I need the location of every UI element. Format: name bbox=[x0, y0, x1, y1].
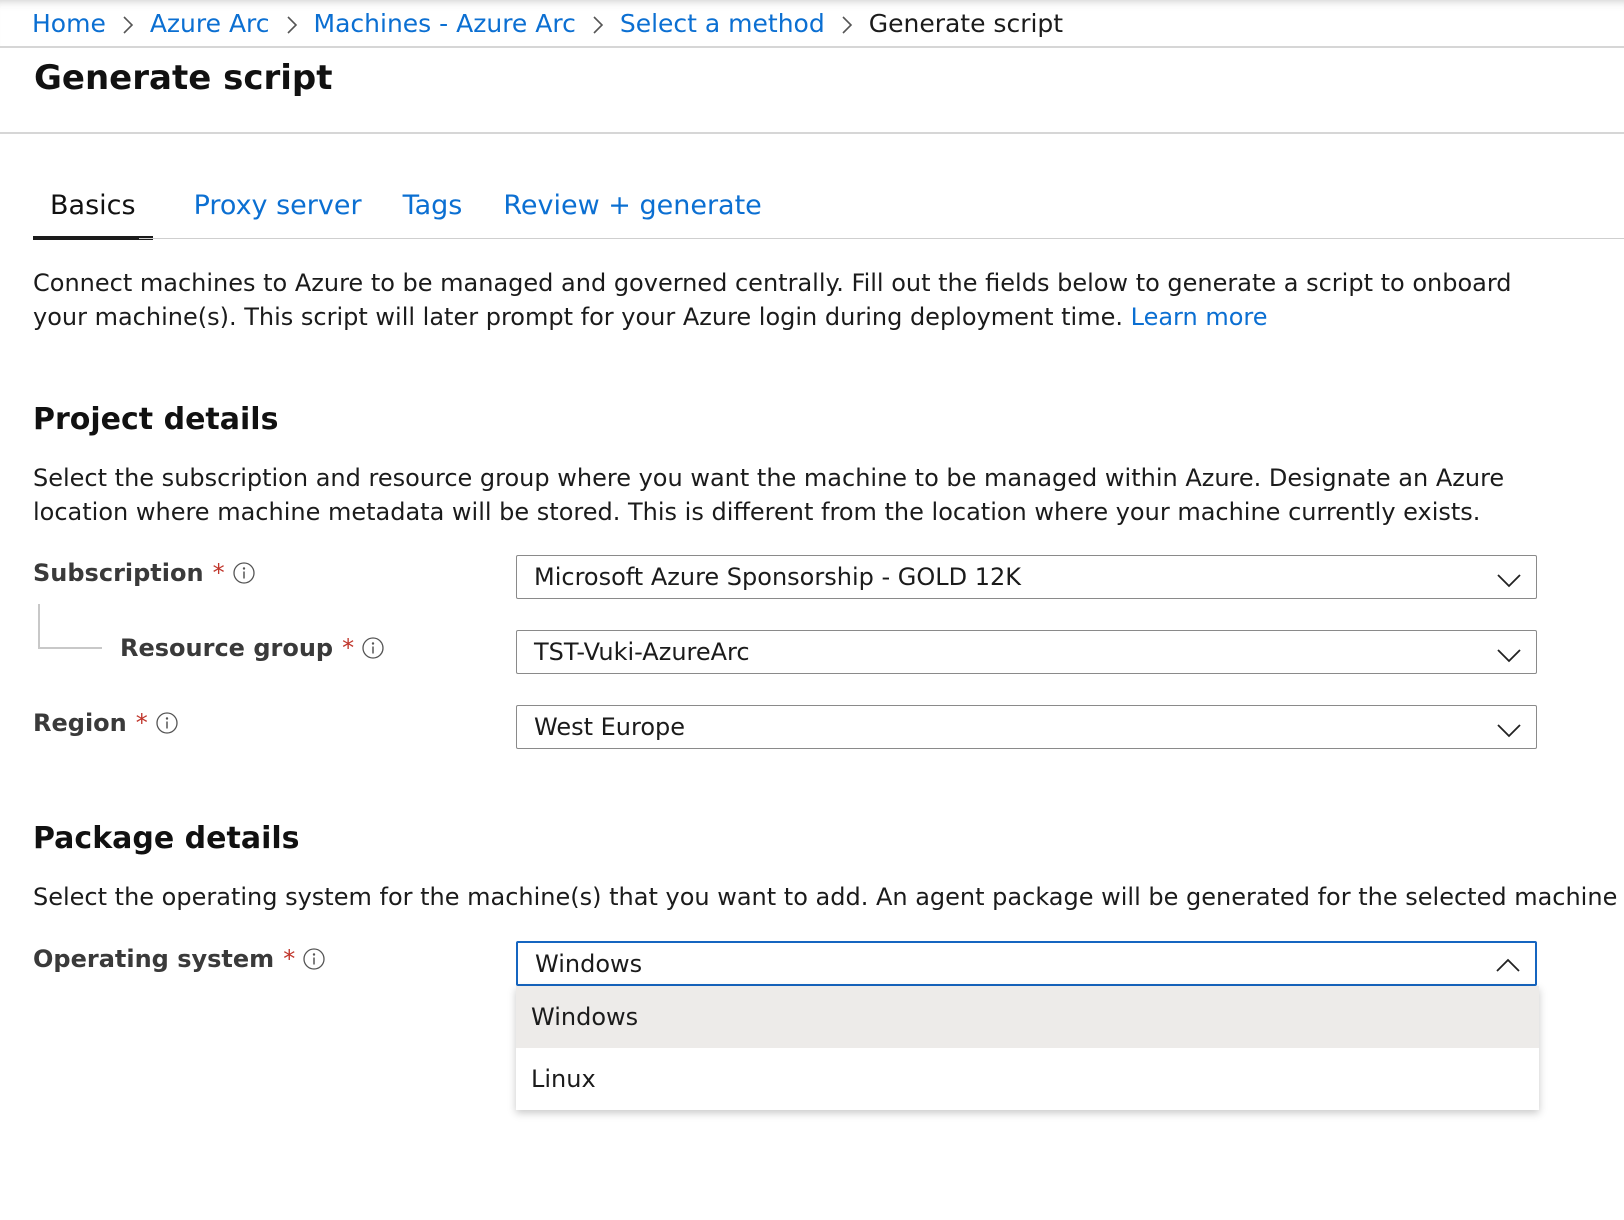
tab-bar: Basics Proxy server Tags Review + genera… bbox=[33, 190, 803, 240]
info-icon[interactable] bbox=[156, 712, 178, 734]
breadcrumb-select-method[interactable]: Select a method bbox=[620, 9, 825, 38]
operating-system-label: Operating system * bbox=[33, 942, 325, 976]
tab-basics[interactable]: Basics bbox=[33, 190, 153, 240]
region-label: Region * bbox=[33, 706, 178, 740]
resource-group-value: TST-Vuki-AzureArc bbox=[534, 638, 750, 666]
operating-system-options: Windows Linux bbox=[516, 986, 1539, 1110]
intro-text: Connect machines to Azure to be managed … bbox=[33, 266, 1533, 334]
chevron-down-icon bbox=[1496, 566, 1522, 592]
tab-divider bbox=[139, 238, 1624, 239]
package-details-title: Package details bbox=[33, 821, 300, 856]
breadcrumb-current: Generate script bbox=[868, 8, 1064, 38]
breadcrumb: Home Azure Arc Machines - Azure Arc Sele… bbox=[32, 8, 1063, 38]
operating-system-value: Windows bbox=[535, 949, 643, 978]
breadcrumb-divider bbox=[0, 46, 1624, 48]
region-value: West Europe bbox=[534, 713, 686, 741]
subscription-label: Subscription * bbox=[33, 556, 255, 590]
chevron-up-icon bbox=[1495, 952, 1521, 978]
page-title: Generate script bbox=[34, 58, 333, 98]
chevron-right-icon bbox=[825, 9, 869, 38]
option-linux[interactable]: Linux bbox=[516, 1048, 1539, 1110]
header-divider bbox=[0, 132, 1624, 134]
chevron-down-icon bbox=[1496, 716, 1522, 742]
option-windows[interactable]: Windows bbox=[516, 986, 1539, 1048]
intro-description: Connect machines to Azure to be managed … bbox=[33, 269, 1512, 331]
breadcrumb-home[interactable]: Home bbox=[32, 9, 106, 38]
chevron-right-icon bbox=[270, 9, 314, 38]
region-dropdown[interactable]: West Europe bbox=[516, 705, 1537, 749]
subscription-value: Microsoft Azure Sponsorship - GOLD 12K bbox=[534, 563, 1022, 591]
operating-system-dropdown[interactable]: Windows bbox=[516, 941, 1537, 986]
subscription-label-text: Subscription bbox=[33, 559, 204, 587]
breadcrumb-azure-arc[interactable]: Azure Arc bbox=[150, 9, 270, 38]
operating-system-label-text: Operating system bbox=[33, 945, 275, 973]
breadcrumb-machines[interactable]: Machines - Azure Arc bbox=[314, 9, 576, 38]
required-marker: * bbox=[135, 709, 148, 737]
project-details-description: Select the subscription and resource gro… bbox=[33, 464, 1505, 526]
info-icon[interactable] bbox=[232, 562, 255, 584]
subscription-dropdown[interactable]: Microsoft Azure Sponsorship - GOLD 12K bbox=[516, 555, 1537, 599]
required-marker: * bbox=[283, 945, 296, 973]
required-marker: * bbox=[212, 559, 225, 587]
tree-connector bbox=[38, 647, 102, 649]
learn-more-link[interactable]: Learn more bbox=[1131, 303, 1268, 331]
resource-group-dropdown[interactable]: TST-Vuki-AzureArc bbox=[516, 630, 1537, 674]
chevron-down-icon bbox=[1496, 641, 1522, 667]
package-details-description: Select the operating system for the mach… bbox=[33, 883, 1624, 911]
tree-connector bbox=[38, 604, 40, 649]
required-marker: * bbox=[342, 634, 355, 662]
project-details-title: Project details bbox=[33, 402, 279, 437]
chevron-right-icon bbox=[106, 9, 150, 38]
chevron-right-icon bbox=[576, 9, 620, 38]
tab-proxy-server[interactable]: Proxy server bbox=[194, 190, 362, 236]
resource-group-label: Resource group * bbox=[120, 631, 384, 665]
resource-group-label-text: Resource group bbox=[120, 634, 334, 662]
region-label-text: Region bbox=[33, 709, 127, 737]
tab-review-generate[interactable]: Review + generate bbox=[503, 190, 761, 236]
tab-tags[interactable]: Tags bbox=[403, 190, 463, 236]
info-icon[interactable] bbox=[362, 637, 384, 659]
info-icon[interactable] bbox=[303, 948, 325, 970]
